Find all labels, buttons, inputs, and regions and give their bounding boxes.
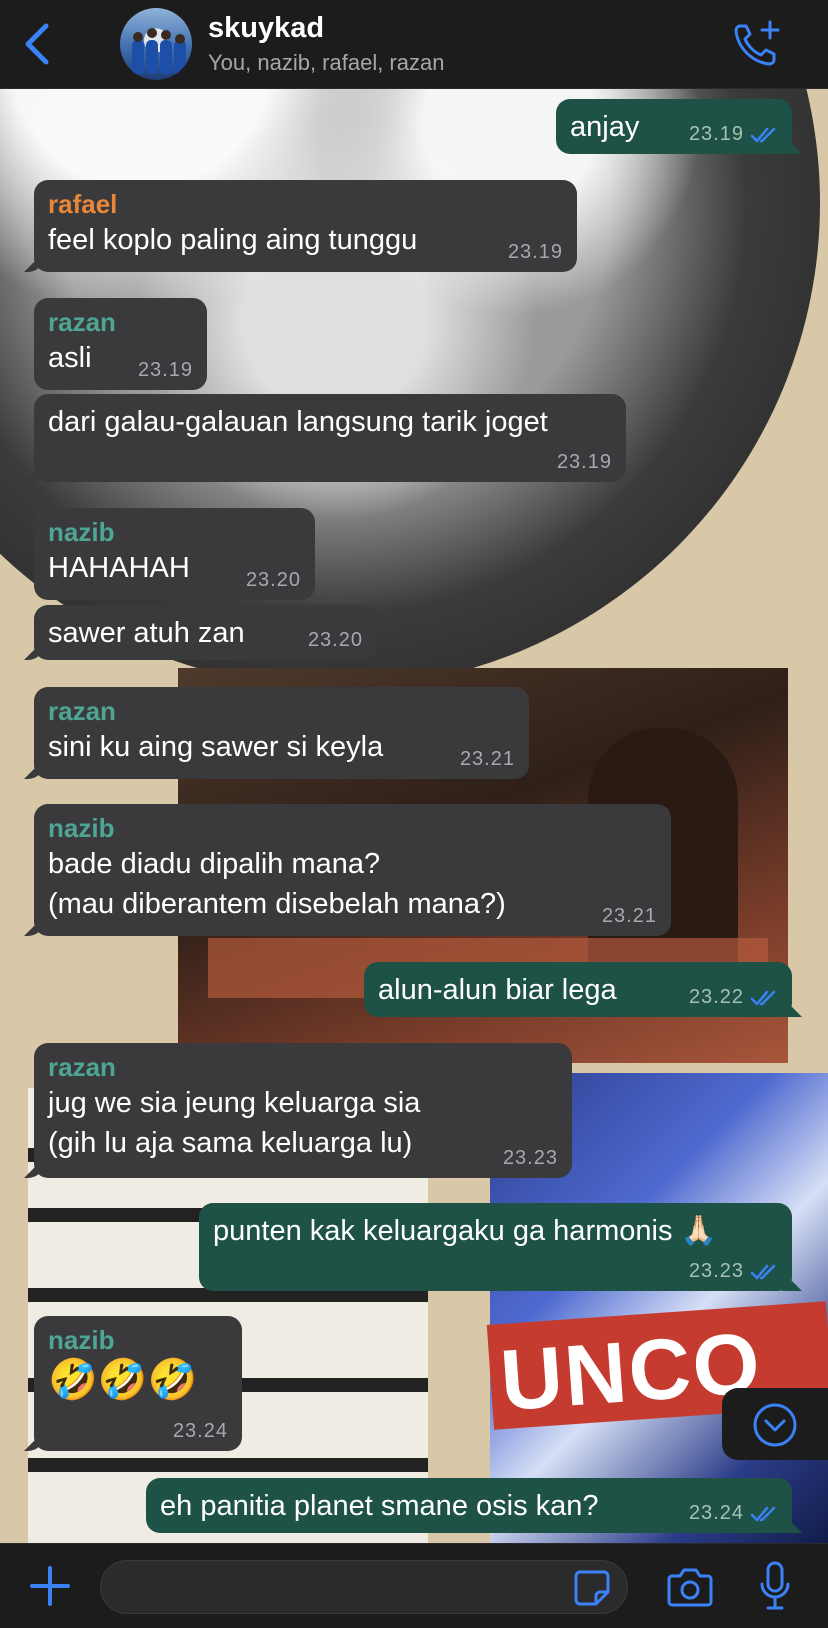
message-incoming[interactable]: dari galau-galauan langsung tarik joget …: [24, 394, 626, 482]
message-incoming[interactable]: razan asli 23.19: [34, 298, 207, 390]
chat-header: skuykad You, nazib, rafael, razan: [0, 0, 828, 89]
message-time: 23.23: [502, 1147, 558, 1169]
microphone-icon[interactable]: [758, 1560, 792, 1612]
message-text: jug we sia jeung keluarga sia (gih lu aj…: [48, 1087, 421, 1159]
message-sender[interactable]: nazib: [48, 1324, 228, 1356]
message-text: sawer atuh zan: [48, 617, 245, 649]
message-text: punten kak keluargaku ga harmonis 🙏🏻: [213, 1215, 717, 1247]
message-incoming[interactable]: sawer atuh zan 23.20: [24, 605, 377, 660]
message-input[interactable]: [100, 1560, 628, 1614]
message-text: bade diadu dipalih mana? (mau diberantem…: [48, 848, 506, 920]
message-sender[interactable]: rafael: [48, 188, 563, 220]
message-sender[interactable]: nazib: [48, 516, 301, 548]
message-sender[interactable]: nazib: [48, 812, 657, 844]
message-text: eh panitia planet smane osis kan?: [160, 1490, 599, 1522]
message-input-bar: [0, 1543, 828, 1628]
message-text: anjay: [570, 111, 640, 143]
message-incoming[interactable]: rafael feel koplo paling aing tunggu 23.…: [24, 180, 577, 272]
add-call-icon[interactable]: [730, 18, 782, 70]
message-time: 23.20: [245, 569, 301, 591]
message-text: feel koplo paling aing tunggu: [48, 224, 418, 256]
message-time: 23.24: [688, 1502, 744, 1524]
camera-icon[interactable]: [666, 1566, 714, 1608]
message-incoming[interactable]: nazib 🤣🤣🤣 23.24: [24, 1316, 242, 1451]
message-outgoing[interactable]: anjay 23.19: [556, 99, 802, 154]
message-time: 23.19: [688, 123, 744, 145]
message-text: alun-alun biar lega: [378, 974, 617, 1006]
message-incoming[interactable]: nazib bade diadu dipalih mana? (mau dibe…: [24, 804, 671, 936]
double-check-icon: [750, 1264, 776, 1280]
message-time: 23.23: [688, 1260, 744, 1282]
message-time: 23.19: [507, 241, 563, 263]
double-check-icon: [750, 127, 776, 143]
message-incoming[interactable]: nazib HAHAHAH 23.20: [34, 508, 315, 600]
chat-screen: UNCO skuykad You, nazib, rafael, razan a…: [0, 0, 828, 1628]
chevron-down-circle-icon: [753, 1403, 797, 1447]
chat-title[interactable]: skuykad: [208, 12, 324, 45]
message-text: 🤣🤣🤣: [48, 1358, 198, 1402]
message-sender[interactable]: razan: [48, 695, 515, 727]
message-time: 23.24: [172, 1420, 228, 1442]
group-avatar[interactable]: [120, 8, 192, 80]
double-check-icon: [750, 990, 776, 1006]
scroll-to-bottom-button[interactable]: [722, 1388, 828, 1460]
message-outgoing[interactable]: punten kak keluargaku ga harmonis 🙏🏻 23.…: [199, 1203, 802, 1291]
plus-icon[interactable]: [28, 1564, 72, 1608]
message-time: 23.21: [601, 905, 657, 927]
message-time: 23.19: [556, 451, 612, 473]
sticker-icon[interactable]: [572, 1568, 612, 1608]
message-text: asli: [48, 342, 92, 374]
message-sender[interactable]: razan: [48, 306, 193, 338]
message-time: 23.21: [459, 748, 515, 770]
message-text: sini ku aing sawer si keyla: [48, 731, 384, 763]
message-incoming[interactable]: razan sini ku aing sawer si keyla 23.21: [24, 687, 529, 779]
double-check-icon: [750, 1506, 776, 1522]
chat-participants[interactable]: You, nazib, rafael, razan: [208, 50, 444, 76]
message-outgoing[interactable]: alun-alun biar lega 23.22: [364, 962, 802, 1017]
message-text: HAHAHAH: [48, 552, 190, 584]
message-text: dari galau-galauan langsung tarik joget: [48, 406, 548, 438]
message-sender[interactable]: razan: [48, 1051, 558, 1083]
message-incoming[interactable]: razan jug we sia jeung keluarga sia (gih…: [24, 1043, 572, 1178]
chevron-left-icon[interactable]: [18, 20, 58, 68]
message-time: 23.22: [688, 986, 744, 1008]
message-time: 23.19: [137, 359, 193, 381]
message-time: 23.20: [307, 629, 363, 651]
message-outgoing[interactable]: eh panitia planet smane osis kan? 23.24: [146, 1478, 802, 1533]
